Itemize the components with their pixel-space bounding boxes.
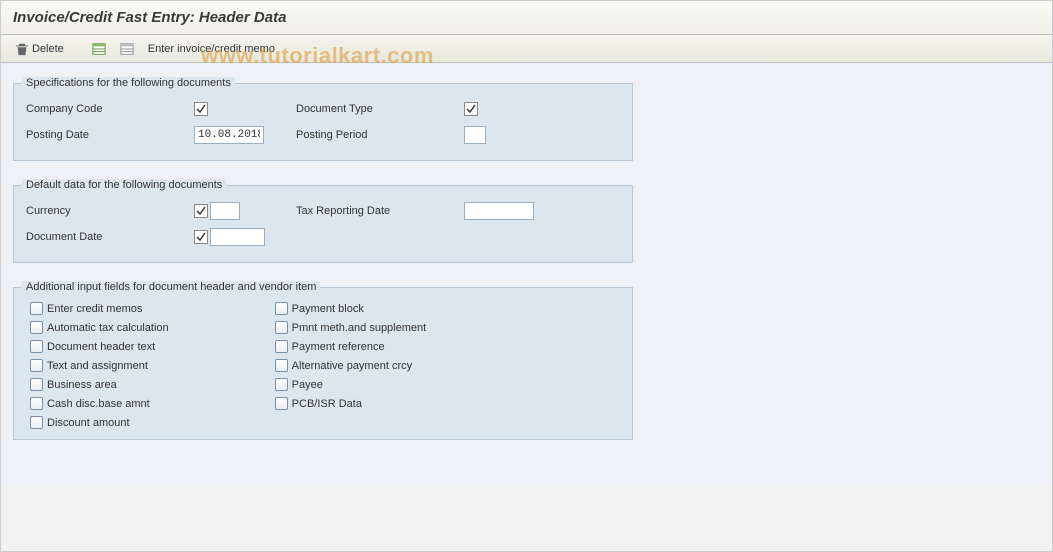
cb-discount-amount[interactable]: Discount amount [30, 416, 169, 429]
enter-invoice-button[interactable]: Enter invoice/credit memo [144, 41, 279, 57]
currency-label: Currency [24, 205, 194, 217]
cb-label: Alternative payment crcy [292, 360, 412, 372]
cb-label: Automatic tax calculation [47, 322, 169, 334]
cb-label: Cash disc.base amnt [47, 398, 150, 410]
tax-reporting-date-label: Tax Reporting Date [294, 205, 464, 217]
posting-period-label: Posting Period [294, 129, 464, 141]
currency-checkbox[interactable] [194, 204, 208, 218]
checkbox-icon [275, 321, 288, 334]
document-date-input[interactable] [210, 228, 265, 246]
cb-label: Business area [47, 379, 117, 391]
enter-invoice-label: Enter invoice/credit memo [148, 43, 275, 55]
cb-enter-credit-memos[interactable]: Enter credit memos [30, 302, 169, 315]
tax-reporting-date-input[interactable] [464, 202, 534, 220]
checkbox-icon [30, 340, 43, 353]
trash-icon [15, 42, 29, 56]
checkbox-icon [275, 397, 288, 410]
content-area: Specifications for the following documen… [1, 63, 1052, 484]
toolbar-icon-2[interactable] [116, 40, 138, 58]
delete-button[interactable]: Delete [11, 40, 68, 58]
document-type-label: Document Type [294, 103, 464, 115]
company-code-label: Company Code [24, 103, 194, 115]
cb-cash-disc-base[interactable]: Cash disc.base amnt [30, 397, 169, 410]
cb-automatic-tax[interactable]: Automatic tax calculation [30, 321, 169, 334]
default-data-group: Default data for the following documents… [13, 185, 633, 263]
toolbar-icon-1[interactable] [88, 40, 110, 58]
checkbox-icon [275, 378, 288, 391]
cb-label: Payment reference [292, 341, 385, 353]
additional-fields-group: Additional input fields for document hea… [13, 287, 633, 440]
cb-label: Payee [292, 379, 323, 391]
company-code-checkbox[interactable] [194, 102, 208, 116]
checkbox-column-2: Payment block Pmnt meth.and supplement P… [269, 302, 427, 429]
page-title: Invoice/Credit Fast Entry: Header Data [13, 9, 286, 26]
cb-payment-reference[interactable]: Payment reference [275, 340, 427, 353]
cb-label: PCB/ISR Data [292, 398, 362, 410]
cb-payment-block[interactable]: Payment block [275, 302, 427, 315]
checkbox-icon [30, 359, 43, 372]
checkbox-column-1: Enter credit memos Automatic tax calcula… [24, 302, 169, 429]
cb-label: Enter credit memos [47, 303, 142, 315]
posting-period-input[interactable] [464, 126, 486, 144]
checkbox-icon [275, 340, 288, 353]
cb-doc-header-text[interactable]: Document header text [30, 340, 169, 353]
cb-label: Pmnt meth.and supplement [292, 322, 427, 334]
grid-icon [120, 42, 134, 56]
toolbar: Delete Enter invoice/credit memo [1, 35, 1052, 63]
cb-label: Payment block [292, 303, 364, 315]
checkbox-icon [30, 416, 43, 429]
cb-business-area[interactable]: Business area [30, 378, 169, 391]
title-bar: Invoice/Credit Fast Entry: Header Data [1, 1, 1052, 35]
checkbox-icon [30, 397, 43, 410]
group-title: Additional input fields for document hea… [22, 281, 320, 293]
delete-label: Delete [32, 43, 64, 55]
cb-label: Text and assignment [47, 360, 148, 372]
checkbox-icon [30, 302, 43, 315]
group-title: Specifications for the following documen… [22, 77, 235, 89]
cb-alt-payment-crcy[interactable]: Alternative payment crcy [275, 359, 427, 372]
cb-pcb-isr[interactable]: PCB/ISR Data [275, 397, 427, 410]
grid-green-icon [92, 42, 106, 56]
checkbox-icon [30, 378, 43, 391]
document-date-label: Document Date [24, 231, 194, 243]
specifications-group: Specifications for the following documen… [13, 83, 633, 161]
document-date-checkbox[interactable] [194, 230, 208, 244]
currency-input[interactable] [210, 202, 240, 220]
group-title: Default data for the following documents [22, 179, 226, 191]
posting-date-input[interactable] [194, 126, 264, 144]
posting-date-label: Posting Date [24, 129, 194, 141]
checkbox-icon [275, 359, 288, 372]
cb-text-assignment[interactable]: Text and assignment [30, 359, 169, 372]
cb-label: Document header text [47, 341, 155, 353]
checkbox-icon [275, 302, 288, 315]
cb-pmnt-meth[interactable]: Pmnt meth.and supplement [275, 321, 427, 334]
checkbox-icon [30, 321, 43, 334]
cb-label: Discount amount [47, 417, 130, 429]
cb-payee[interactable]: Payee [275, 378, 427, 391]
document-type-checkbox[interactable] [464, 102, 478, 116]
